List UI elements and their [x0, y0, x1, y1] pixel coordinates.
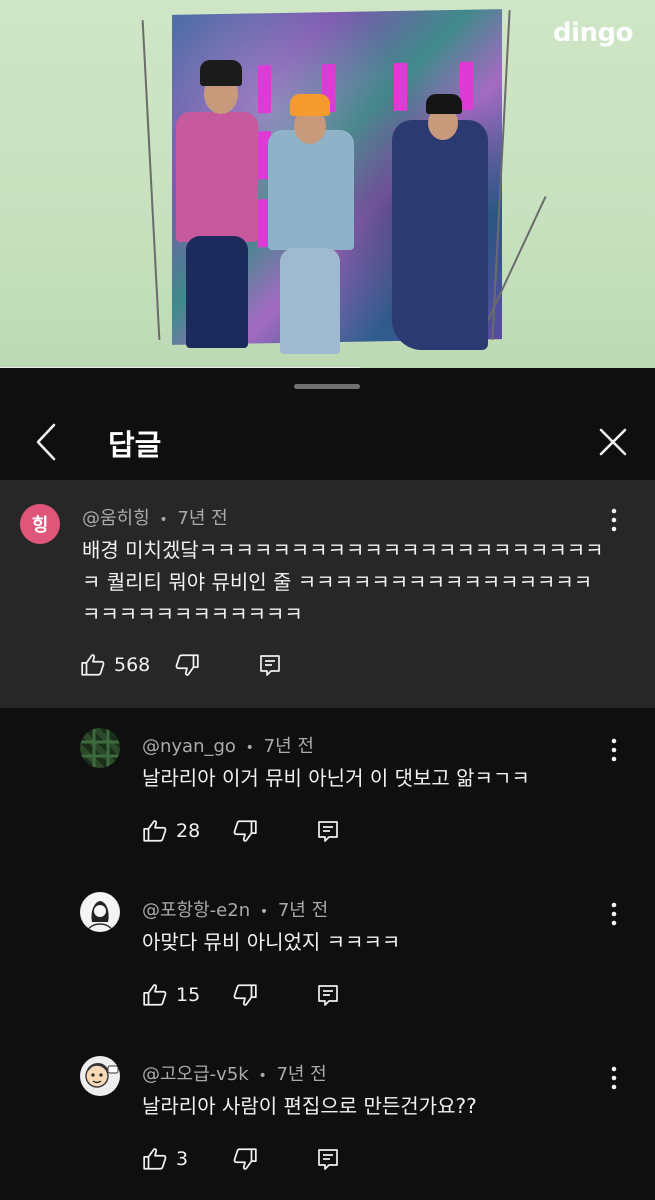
reply-text: 아맞다 뮤비 아니었지 ㅋㅋㅋㅋ [142, 930, 401, 954]
reply-comment-icon [260, 655, 281, 676]
thumb-down-icon [233, 984, 257, 1006]
plaid-avatar-icon [80, 728, 120, 768]
cartoon-avatar-icon [85, 1063, 119, 1088]
dislike-button[interactable] [232, 1146, 258, 1172]
more-options-button[interactable] [602, 502, 626, 538]
reply-actions: 15 [142, 982, 340, 1008]
panel-title: 답글 [108, 428, 162, 462]
comment-actions: 568 [80, 652, 282, 678]
like-count: 568 [114, 654, 151, 676]
thumb-up-icon [143, 1148, 167, 1170]
like-button[interactable]: 568 [80, 652, 150, 678]
more-options-button[interactable] [602, 732, 626, 768]
thumb-down-icon [233, 820, 257, 842]
avatar[interactable]: 힝 [20, 504, 60, 544]
reply-author[interactable]: @nyan_go [142, 736, 236, 757]
thumb-up-icon [143, 984, 167, 1006]
comment-time: 7년 전 [177, 508, 228, 529]
thumb-down-icon [175, 654, 199, 676]
channel-logo: dingo [552, 18, 634, 48]
chevron-left-icon [36, 423, 56, 461]
reply-button[interactable] [258, 653, 282, 677]
thumb-up-icon [81, 654, 105, 676]
like-button[interactable]: 28 [142, 818, 200, 844]
comment-author[interactable]: @움히힝 [82, 508, 150, 529]
reply-author[interactable]: @포항항-e2n [142, 900, 250, 921]
avatar-initial: 힝 [31, 515, 49, 536]
drag-handle[interactable] [294, 384, 360, 389]
replies-panel: 답글 힝 @움히힝 • 7년 전 배경 미치겠닼ㅋㅋㅋㅋㅋㅋㅋㅋㅋㅋㅋㅋㅋㅋㅋㅋ… [0, 368, 655, 1200]
sketch-avatar-icon [87, 901, 113, 931]
back-button[interactable] [26, 422, 66, 462]
reply-text: 날라리아 이거 뮤비 아닌거 이 댓보고 앎ㅋㄱㅋ [142, 766, 530, 790]
comment-meta: @움히힝 • 7년 전 [82, 504, 228, 530]
reply-button[interactable] [316, 819, 340, 843]
more-vert-icon [611, 902, 617, 926]
more-vert-icon [611, 508, 617, 532]
replies-header: 답글 [0, 408, 655, 480]
close-icon [599, 428, 627, 456]
reply-button[interactable] [316, 1147, 340, 1171]
like-button[interactable]: 3 [142, 1146, 188, 1172]
dislike-button[interactable] [232, 982, 258, 1008]
meta-separator: • [259, 904, 269, 920]
reply-meta: @고오급-v5k • 7년 전 [142, 1060, 327, 1086]
video-player[interactable]: dingo [0, 0, 655, 368]
more-options-button[interactable] [602, 1060, 626, 1096]
dislike-button[interactable] [232, 818, 258, 844]
reply-button[interactable] [316, 983, 340, 1007]
close-button[interactable] [593, 422, 633, 462]
reply-time: 7년 전 [263, 736, 314, 757]
reply-actions: 28 [142, 818, 340, 844]
like-count: 3 [176, 1148, 189, 1170]
parent-comment: 힝 @움히힝 • 7년 전 배경 미치겠닼ㅋㅋㅋㅋㅋㅋㅋㅋㅋㅋㅋㅋㅋㅋㅋㅋㅋㅋㅋ… [0, 480, 655, 708]
thumb-up-icon [143, 820, 167, 842]
avatar[interactable] [80, 1056, 120, 1096]
dislike-button[interactable] [174, 652, 200, 678]
meta-separator: • [159, 512, 168, 528]
reply-text: 날라리아 사람이 편집으로 만든건가요?? [142, 1094, 477, 1118]
avatar[interactable] [80, 892, 120, 932]
reply-comment-icon [318, 1149, 338, 1170]
like-button[interactable]: 15 [142, 982, 200, 1008]
meta-separator: • [258, 1068, 267, 1084]
comment-text: 배경 미치겠닼ㅋㅋㅋㅋㅋㅋㅋㅋㅋㅋㅋㅋㅋㅋㅋㅋㅋㅋㅋㅋㅋㅋㅋ 퀄리티 뭐야 뮤비… [82, 538, 604, 626]
more-vert-icon [611, 1066, 617, 1090]
reply-actions: 3 [142, 1146, 340, 1172]
more-vert-icon [611, 738, 617, 762]
reply-time: 7년 전 [277, 900, 329, 921]
reply-author[interactable]: @고오급-v5k [142, 1064, 249, 1085]
like-count: 28 [176, 820, 201, 842]
more-options-button[interactable] [602, 896, 626, 932]
reply-time: 7년 전 [276, 1064, 327, 1085]
reply-meta: @포항항-e2n • 7년 전 [142, 896, 328, 922]
thumb-down-icon [233, 1148, 257, 1170]
avatar[interactable] [80, 728, 120, 768]
reply-meta: @nyan_go • 7년 전 [142, 732, 314, 758]
reply-comment-icon [318, 821, 339, 842]
meta-separator: • [245, 740, 254, 756]
like-count: 15 [176, 984, 201, 1006]
reply-comment-icon [318, 985, 339, 1006]
